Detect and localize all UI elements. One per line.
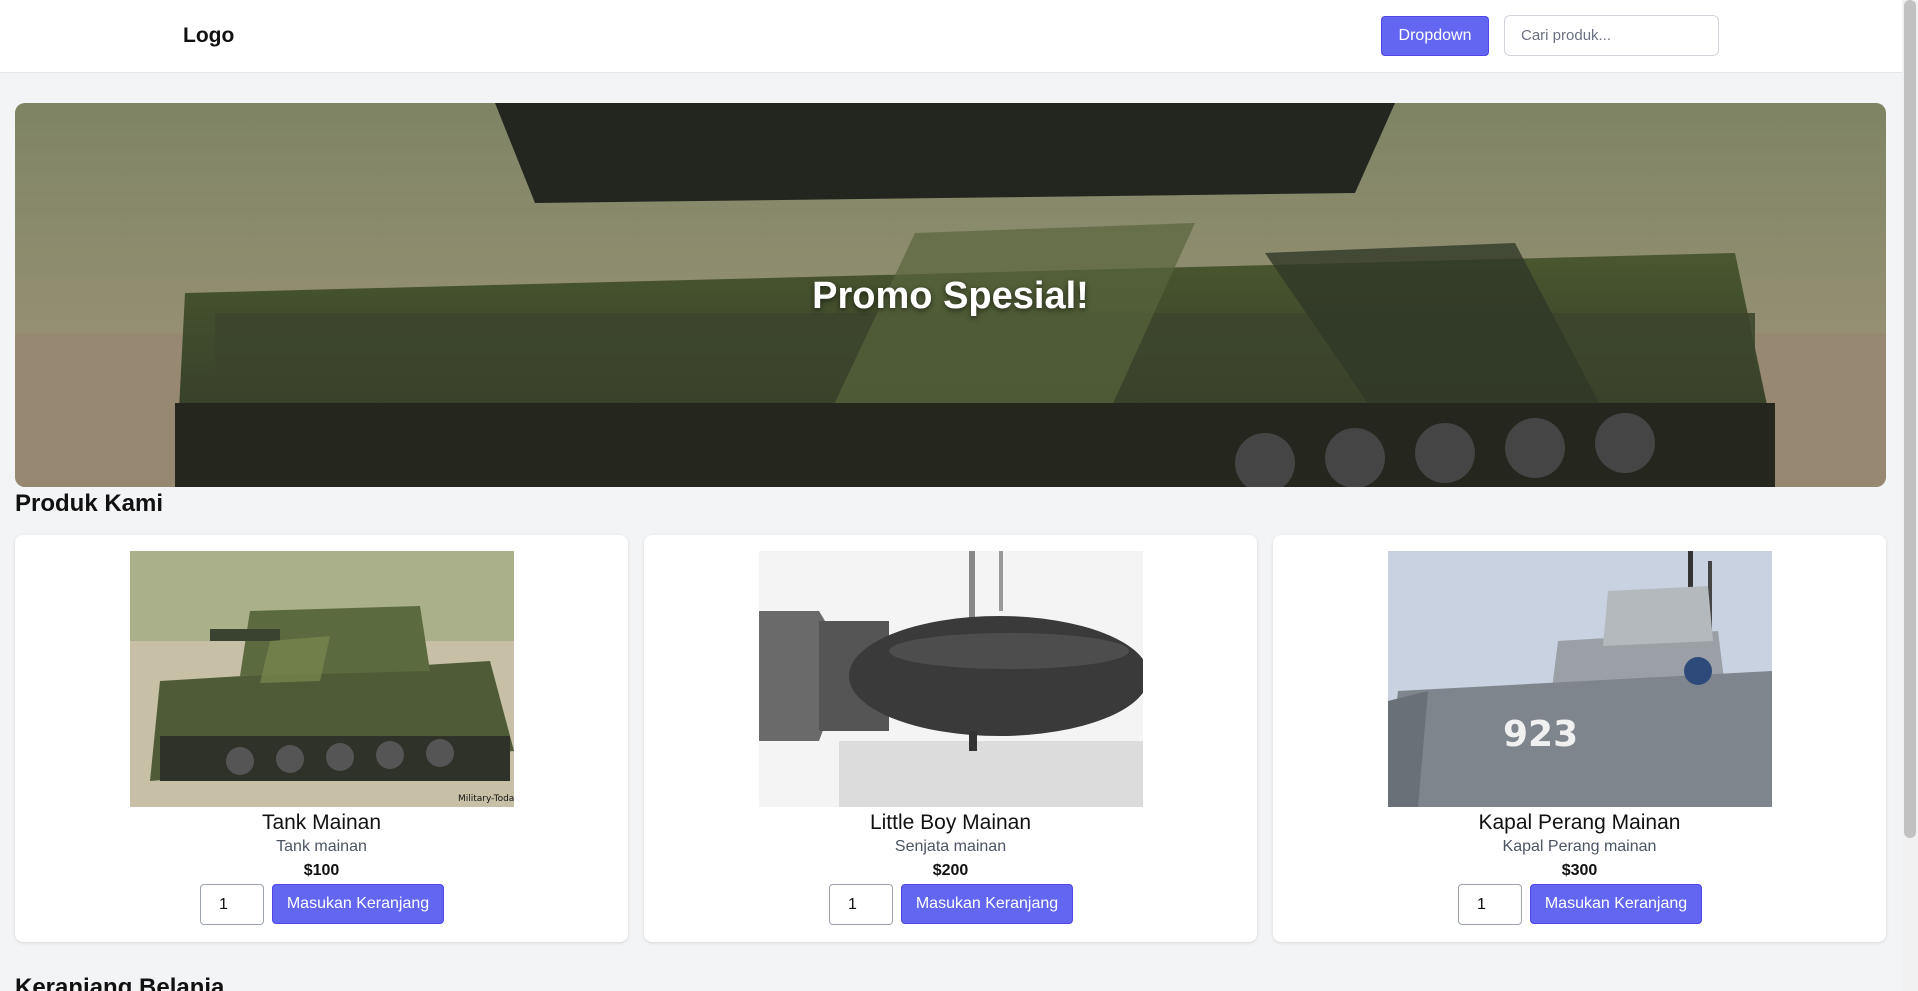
- product-image: Military-Today: [130, 551, 514, 807]
- products-section-title: Produk Kami: [15, 490, 164, 517]
- cart-section-title: Keranjang Belanja: [15, 974, 225, 991]
- search-input[interactable]: [1504, 15, 1719, 56]
- product-name: Kapal Perang Mainan: [1478, 811, 1681, 834]
- add-to-cart-button[interactable]: Masukan Keranjang: [901, 884, 1073, 924]
- bomb-image: [759, 551, 1143, 807]
- hero-title: Promo Spesial!: [812, 275, 1089, 317]
- product-grid: Military-Today Tank Mainan Tank mainan $…: [15, 535, 1886, 942]
- quantity-input[interactable]: [1458, 884, 1522, 925]
- add-to-cart-button[interactable]: Masukan Keranjang: [272, 884, 444, 924]
- product-price: $300: [1561, 862, 1598, 879]
- product-image: 923: [1388, 551, 1772, 807]
- dropdown-button[interactable]: Dropdown: [1381, 16, 1489, 56]
- logo[interactable]: Logo: [183, 24, 234, 48]
- quantity-input[interactable]: [200, 884, 264, 925]
- warship-image: 923: [1388, 551, 1772, 807]
- scrollbar-thumb[interactable]: [1904, 0, 1916, 838]
- product-description: Kapal Perang mainan: [1502, 838, 1657, 855]
- quantity-input[interactable]: [829, 884, 893, 925]
- product-price: $200: [932, 862, 969, 879]
- product-image: [759, 551, 1143, 807]
- product-card: Military-Today Tank Mainan Tank mainan $…: [15, 535, 628, 942]
- add-to-cart-button[interactable]: Masukan Keranjang: [1530, 884, 1702, 924]
- product-card: 923 Kapal Perang Mainan Kapal Perang mai…: [1273, 535, 1886, 942]
- promo-banner: Promo Spesial!: [15, 103, 1886, 487]
- product-description: Tank mainan: [276, 838, 367, 855]
- product-description: Senjata mainan: [894, 838, 1007, 855]
- watermark-text: Military-Today: [458, 794, 514, 804]
- tank-image: Military-Today: [130, 551, 514, 807]
- hull-number: 923: [1503, 714, 1578, 755]
- product-card: Little Boy Mainan Senjata mainan $200 Ma…: [644, 535, 1257, 942]
- product-name: Little Boy Mainan: [869, 811, 1032, 834]
- navbar: Logo Dropdown: [0, 0, 1902, 73]
- product-price: $100: [303, 862, 340, 879]
- product-name: Tank Mainan: [261, 811, 382, 834]
